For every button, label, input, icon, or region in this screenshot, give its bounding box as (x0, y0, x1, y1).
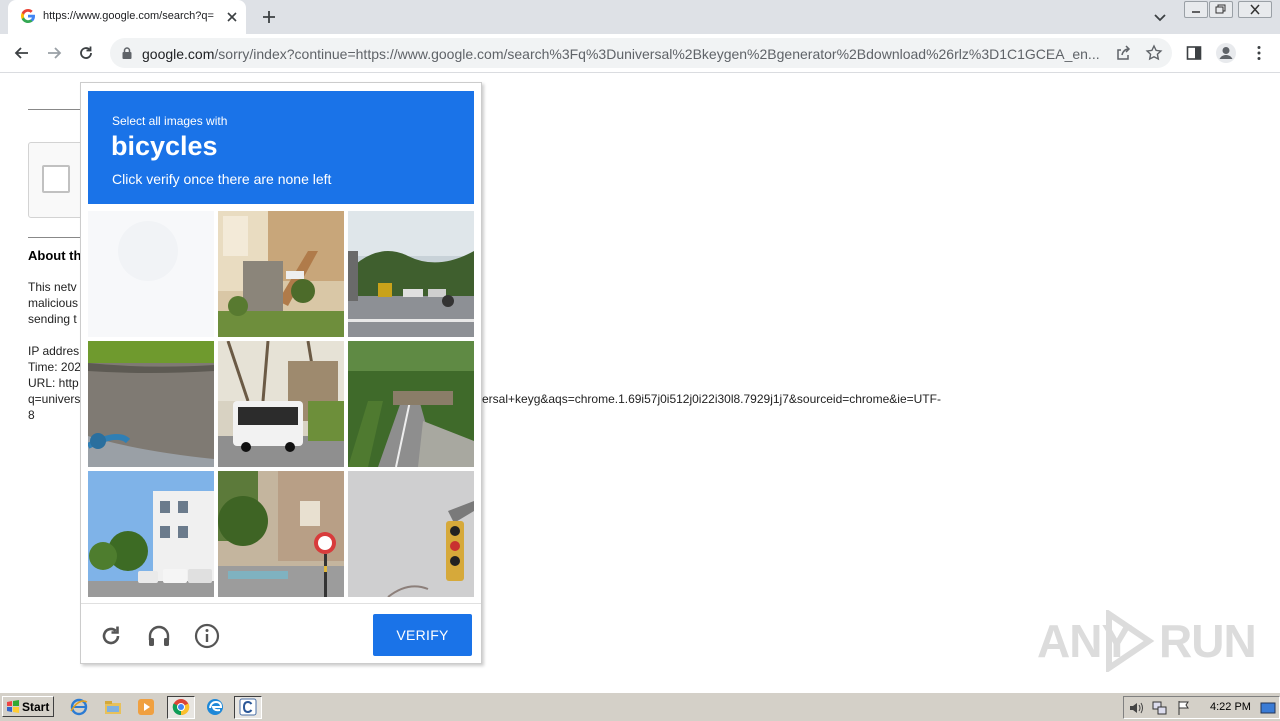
browser-tab[interactable]: https://www.google.com/search?q= (8, 0, 246, 34)
restore-icon (1215, 4, 1226, 14)
instruction-subtext: Click verify once there are none left (112, 171, 332, 187)
internet-explorer-icon[interactable] (70, 698, 88, 716)
app-c-icon (239, 698, 257, 716)
tile-5-bus[interactable] (218, 341, 344, 467)
anyrun-watermark: ANY RUN (1037, 610, 1257, 672)
tile-2-building-stairs[interactable] (218, 211, 344, 337)
url-line: URL: http (28, 376, 79, 390)
tile-7-buildings-cars[interactable] (88, 471, 214, 597)
network-icon[interactable] (1152, 700, 1168, 716)
challenge-footer: VERIFY (81, 603, 481, 664)
volume-icon[interactable] (1128, 700, 1144, 716)
window-close-button[interactable] (1238, 1, 1272, 18)
tab-close-icon[interactable] (224, 9, 240, 25)
app-taskbar-button[interactable] (234, 696, 262, 719)
clock[interactable]: 4:22 PM (1210, 701, 1251, 713)
bookmark-star-icon[interactable] (1145, 44, 1163, 62)
instruction-text: Select all images with (112, 114, 228, 128)
address-bar[interactable]: google.com/sorry/index?continue=https://… (110, 38, 1172, 68)
page-text-line: sending t (28, 312, 77, 326)
challenge-header: Select all images with bicycles Click ve… (88, 91, 474, 204)
show-desktop-icon[interactable] (1260, 700, 1276, 716)
start-button[interactable]: Start (2, 696, 54, 717)
url-line-continued: q=univers (28, 392, 81, 406)
more-menu-icon[interactable] (1250, 44, 1268, 62)
windows-flag-icon (7, 700, 19, 713)
media-player-icon[interactable] (137, 698, 155, 716)
divider-middle (28, 237, 88, 238)
start-label: Start (22, 700, 50, 714)
new-tab-plus-icon[interactable] (260, 8, 278, 26)
reload-icon[interactable] (77, 44, 95, 62)
back-arrow-icon[interactable] (13, 44, 31, 62)
window-minimize-button[interactable] (1184, 1, 1208, 18)
url-path: /sorry/index?continue=https://www.google… (214, 46, 1100, 62)
side-panel-icon[interactable] (1185, 44, 1203, 62)
verify-button[interactable]: VERIFY (373, 614, 472, 656)
reload-challenge-icon[interactable] (98, 623, 124, 649)
url-text-tail: ersal+keyg&aqs=chrome.1.69i57j0i512j0i22… (482, 392, 941, 406)
page-text-line: malicious (28, 296, 79, 310)
tile-4-road-curb[interactable] (88, 341, 214, 467)
file-explorer-icon[interactable] (104, 698, 122, 716)
windows-taskbar: Start 4:22 PM (0, 692, 1280, 721)
about-heading: About th (28, 248, 82, 263)
url-line-end: 8 (28, 408, 35, 422)
image-grid (88, 211, 474, 597)
ip-address-line: IP addres (28, 344, 80, 358)
recaptcha-checkbox[interactable] (42, 165, 70, 193)
minimize-icon (1192, 11, 1200, 13)
tab-strip: https://www.google.com/search?q= (0, 0, 1280, 34)
tab-search-chevron-icon[interactable] (1152, 9, 1168, 25)
tile-6-road-bridge[interactable] (348, 341, 474, 467)
action-center-flag-icon[interactable] (1176, 700, 1192, 716)
play-logo-icon (1106, 610, 1155, 672)
window-restore-button[interactable] (1209, 1, 1233, 18)
url-host: google.com (142, 46, 215, 62)
chrome-icon (172, 699, 190, 716)
lock-icon[interactable] (120, 46, 134, 60)
tile-1-blank[interactable] (88, 211, 214, 337)
tile-9-traffic-light[interactable] (348, 471, 474, 597)
share-icon[interactable] (1114, 44, 1132, 62)
tile-3-parking-lot[interactable] (348, 211, 474, 337)
chrome-taskbar-button[interactable] (167, 696, 195, 719)
tab-title: https://www.google.com/search?q= (43, 10, 214, 22)
close-icon (1250, 4, 1260, 15)
time-line: Time: 202 (28, 360, 81, 374)
challenge-target: bicycles (111, 131, 218, 161)
help-info-icon[interactable] (194, 623, 220, 649)
watermark-text-right: RUN (1159, 615, 1257, 667)
audio-challenge-headphones-icon[interactable] (146, 623, 172, 649)
google-favicon-icon (21, 9, 35, 23)
edge-icon[interactable] (206, 698, 224, 716)
divider-top (28, 109, 88, 110)
tile-8-street-sign[interactable] (218, 471, 344, 597)
page-text-line: This netv (28, 280, 77, 294)
system-tray: 4:22 PM (1123, 696, 1280, 719)
profile-avatar-icon[interactable] (1215, 42, 1237, 64)
browser-toolbar: google.com/sorry/index?continue=https://… (0, 34, 1280, 73)
forward-arrow-icon[interactable] (45, 44, 63, 62)
recaptcha-challenge-popup: Select all images with bicycles Click ve… (80, 82, 482, 664)
url-text[interactable]: google.com/sorry/index?continue=https://… (142, 46, 1104, 62)
